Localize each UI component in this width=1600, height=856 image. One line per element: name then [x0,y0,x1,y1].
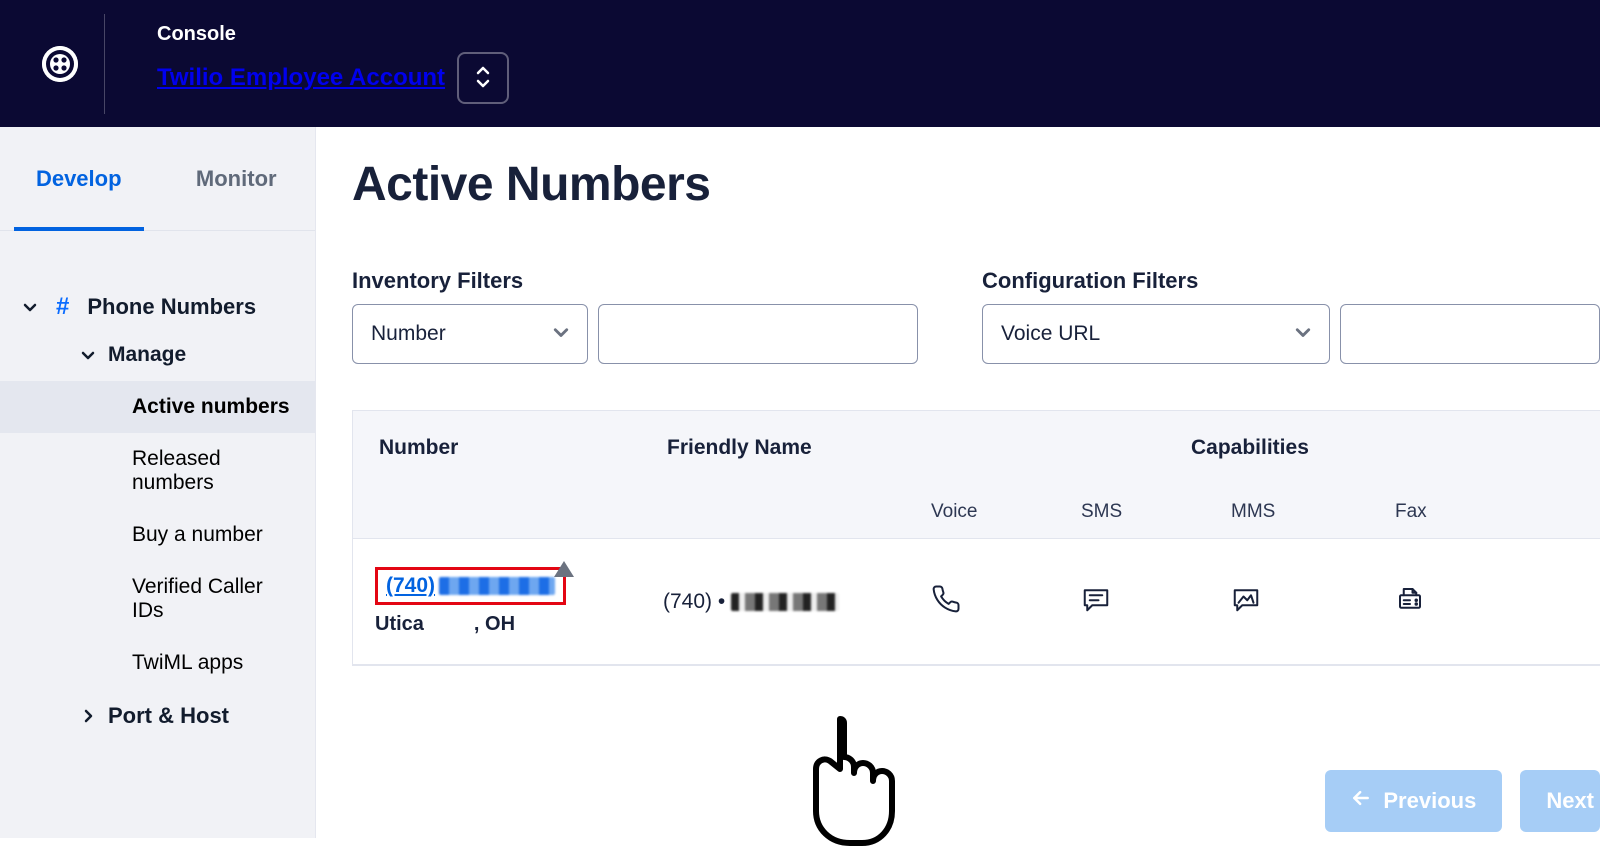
chevron-down-icon [553,322,569,346]
console-label: Console [157,23,509,46]
sms-icon [1081,584,1111,619]
account-name-link[interactable]: Twilio Employee Account [157,64,445,92]
tab-develop[interactable]: Develop [0,127,158,230]
subcol-voice: Voice [931,485,1081,538]
sidebar: Develop Monitor # Phone Numbers Manage A… [0,127,316,838]
nav-released-numbers[interactable]: Released numbers [0,433,315,509]
subcol-mms: MMS [1231,485,1395,538]
arrow-left-icon [1351,788,1371,814]
table-row: (740) Utica , OH (740) • [353,539,1600,665]
inventory-filters-label: Inventory Filters [352,268,918,294]
location-prefix: Utica [375,613,424,635]
top-bar: Console Twilio Employee Account [0,0,1600,127]
twilio-logo-icon [42,46,78,82]
config-filter-select[interactable]: Voice URL [982,304,1330,364]
configuration-filters: Configuration Filters Voice URL [982,268,1600,364]
phone-number-location: Utica , OH [375,613,663,636]
redacted-icon [439,577,555,595]
configuration-filters-label: Configuration Filters [982,268,1600,294]
col-number: Number [353,411,641,484]
col-friendly-name: Friendly Name [641,411,931,484]
subcol-fax: Fax [1395,485,1535,538]
redacted-icon [731,593,839,611]
phone-number-link[interactable]: (740) [386,574,555,597]
phone-number-prefix: (740) [386,574,435,597]
friendly-name-prefix: (740) • [663,590,725,614]
triangle-marker-icon [554,561,574,577]
fax-icon [1395,584,1425,619]
account-switcher-button[interactable] [457,52,509,104]
col-capabilities: Capabilities [931,411,1600,484]
main-content: Active Numbers Inventory Filters Number … [316,127,1600,838]
nav-buy-number[interactable]: Buy a number [0,509,315,561]
tab-monitor[interactable]: Monitor [158,127,316,230]
chevron-down-icon [1295,322,1311,346]
nav-active-numbers[interactable]: Active numbers [0,381,315,433]
phone-icon [931,584,961,619]
divider [104,14,105,114]
chevron-right-icon [80,708,96,724]
nav-port-host[interactable]: Port & Host [0,689,315,743]
chevron-down-icon [22,299,38,315]
mms-icon [1231,584,1261,619]
nav-twiml-apps[interactable]: TwiML apps [0,637,315,689]
hash-icon: # [56,293,69,321]
nav-item-label: TwiML apps [132,651,243,674]
inventory-filter-select[interactable]: Number [352,304,588,364]
cursor-pointer-icon [790,711,900,856]
redacted-icon [424,617,474,633]
subcol-sms: SMS [1081,485,1231,538]
pagination: Previous Next [1325,770,1600,832]
location-suffix: , OH [474,613,515,635]
nav-manage-label: Manage [108,343,186,367]
nav-phone-numbers-label: Phone Numbers [87,294,256,320]
numbers-table: Number Friendly Name Capabilities Voice … [352,410,1600,666]
chevron-up-down-icon [476,65,490,92]
config-filter-input[interactable] [1340,304,1600,364]
previous-label: Previous [1383,788,1476,814]
nav-item-label: Buy a number [132,523,263,546]
nav-item-label: Verified Caller IDs [132,575,263,622]
inventory-filter-value: Number [371,322,446,346]
nav-item-label: Active numbers [132,395,290,418]
logo[interactable] [42,46,78,82]
next-label: Next [1546,788,1594,814]
nav-item-label: Released numbers [132,447,221,494]
inventory-filters: Inventory Filters Number [352,268,918,364]
chevron-down-icon [80,347,96,363]
page-title: Active Numbers [352,157,1600,212]
friendly-name-cell: (740) • [663,590,931,614]
sidebar-tabs: Develop Monitor [0,127,315,231]
config-filter-value: Voice URL [1001,322,1100,346]
inventory-filter-input[interactable] [598,304,918,364]
nav-verified-caller-ids[interactable]: Verified Caller IDs [0,561,315,637]
number-highlight-box: (740) [375,567,566,605]
next-button[interactable]: Next [1520,770,1600,832]
nav-port-host-label: Port & Host [108,703,229,729]
previous-button[interactable]: Previous [1325,770,1502,832]
nav-tree: # Phone Numbers Manage Active numbers Re… [0,231,315,743]
nav-manage[interactable]: Manage [0,329,315,381]
nav-phone-numbers[interactable]: # Phone Numbers [0,285,315,329]
